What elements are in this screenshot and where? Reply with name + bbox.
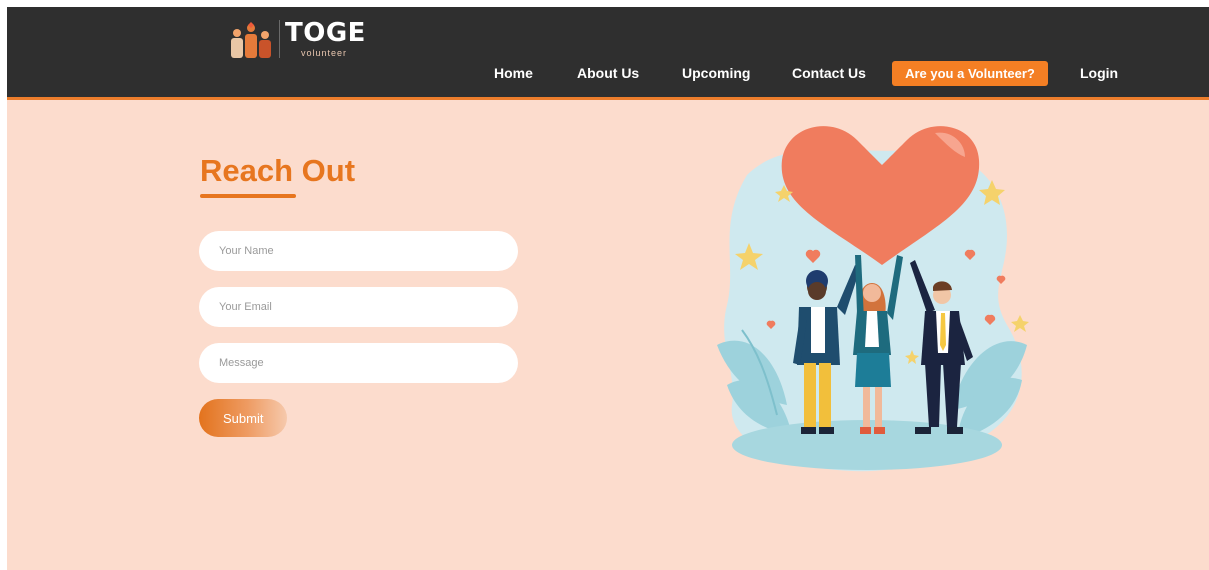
nav-upcoming[interactable]: Upcoming (682, 65, 750, 81)
name-input[interactable] (199, 231, 518, 271)
submit-button[interactable]: Submit (199, 399, 287, 437)
title-underline (200, 194, 296, 198)
nav-home[interactable]: Home (494, 65, 533, 81)
nav-contact-us[interactable]: Contact Us (792, 65, 866, 81)
brand-name: TOGE (285, 18, 366, 48)
page-title: Reach Out (200, 153, 356, 188)
nav-login[interactable]: Login (1080, 65, 1118, 81)
volunteers-heart-illustration (717, 126, 1029, 472)
message-input[interactable] (199, 343, 518, 383)
navbar: TOGE volunteer Home About Us Upcoming Co… (7, 7, 1209, 100)
page: TOGE volunteer Home About Us Upcoming Co… (7, 7, 1209, 570)
volunteers-logo-icon (231, 22, 271, 58)
email-input[interactable] (199, 287, 518, 327)
nav-about-us[interactable]: About Us (577, 65, 639, 81)
volunteer-cta-button[interactable]: Are you a Volunteer? (892, 61, 1048, 86)
brand-divider (279, 20, 280, 58)
brand-tagline: volunteer (301, 48, 348, 58)
